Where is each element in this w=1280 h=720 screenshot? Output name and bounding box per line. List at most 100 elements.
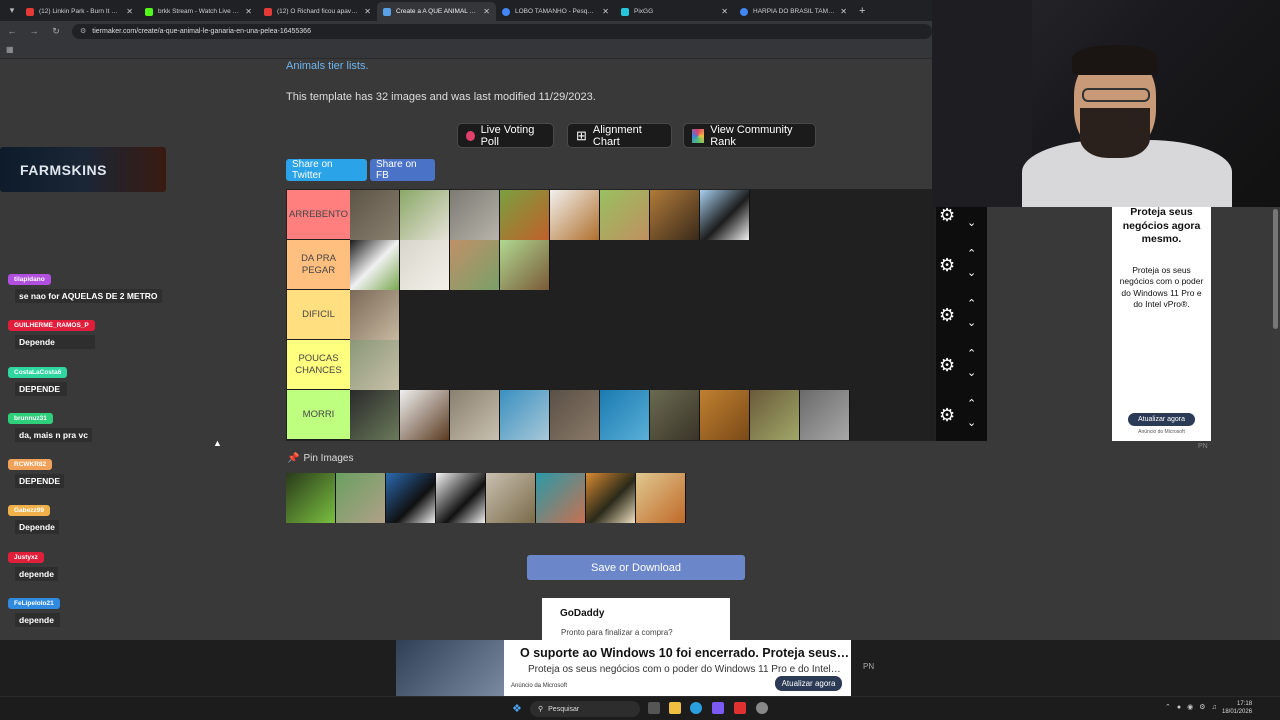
microsoft-bottom-ad[interactable]: O suporte ao Windows 10 foi encerrado. P… xyxy=(396,640,851,696)
scroll-thumb[interactable] xyxy=(1273,209,1278,329)
share-twitter-button[interactable]: Share on Twitter xyxy=(286,159,367,181)
chrome-icon[interactable] xyxy=(690,702,702,714)
windows-start-icon[interactable]: ❖ xyxy=(512,702,522,715)
chevron-down-icon[interactable]: ⌄ xyxy=(967,366,976,379)
tier-items[interactable] xyxy=(350,240,935,290)
tab-close-icon[interactable]: ✕ xyxy=(245,7,252,16)
kangaroo-image[interactable] xyxy=(450,240,500,290)
taskbar-search[interactable]: ⚲ Pesquisar xyxy=(530,701,640,717)
chevron-up-icon[interactable]: ⌃ xyxy=(967,347,976,360)
wolf-image[interactable] xyxy=(450,390,500,440)
tab-close-icon[interactable]: ✕ xyxy=(364,7,371,16)
side-ad-cta-button[interactable]: Atualizar agora xyxy=(1128,413,1195,426)
animals-tier-lists-link[interactable]: Animals tier lists. xyxy=(286,60,369,72)
task-view-icon[interactable] xyxy=(648,702,660,714)
tab-close-icon[interactable]: ✕ xyxy=(602,7,609,16)
capybara-image[interactable] xyxy=(500,240,550,290)
taskbar-clock[interactable]: 17:18 18/01/2026 xyxy=(1222,700,1252,717)
chevron-up-icon[interactable]: ⌃ xyxy=(967,397,976,410)
tab-close-icon[interactable]: ✕ xyxy=(483,7,490,16)
orca-image[interactable] xyxy=(386,473,436,523)
alignment-chart-button[interactable]: ⊞ Alignment Chart xyxy=(567,123,672,148)
browser-tab-active[interactable]: Create a A QUE ANIMAL LE GA ✕ xyxy=(377,2,496,21)
view-community-rank-button[interactable]: View Community Rank xyxy=(683,123,816,148)
new-tab-icon[interactable]: + xyxy=(859,5,865,17)
browser-tab[interactable]: (12) Linkin Park - Burn It Down ✕ xyxy=(20,2,139,21)
forward-icon[interactable]: → xyxy=(28,26,40,36)
panda-image[interactable] xyxy=(436,473,486,523)
shark-image[interactable] xyxy=(600,390,650,440)
browser-tab[interactable]: brkk Stream - Watch Live on Ki ✕ xyxy=(139,2,258,21)
share-fb-button[interactable]: Share on FB xyxy=(370,159,435,181)
tier-label[interactable]: DA PRA PEGAR xyxy=(287,240,350,289)
fox-image[interactable] xyxy=(636,473,686,523)
penguin-image[interactable] xyxy=(700,190,750,240)
wild-boar-image[interactable] xyxy=(650,390,700,440)
live-voting-poll-button[interactable]: Live Voting Poll xyxy=(457,123,554,148)
chevron-down-icon[interactable]: ⌄ xyxy=(967,266,976,279)
tier-items[interactable] xyxy=(350,290,935,340)
tier-label[interactable]: ARREBENTO xyxy=(287,190,350,239)
gorilla-image[interactable] xyxy=(350,390,400,440)
tiger-image[interactable] xyxy=(586,473,636,523)
chevron-down-icon[interactable]: ⌄ xyxy=(967,216,976,229)
godaddy-ad[interactable]: GoDaddy Pronto para finalizar a compra? xyxy=(542,598,730,640)
tier-label[interactable]: MORRI xyxy=(287,390,350,439)
gear-icon[interactable]: ⚙ xyxy=(939,355,955,376)
gear-icon[interactable]: ⚙ xyxy=(939,405,955,426)
site-info-icon[interactable]: ⚙ xyxy=(80,27,86,35)
lion-image[interactable] xyxy=(700,390,750,440)
browser-tab[interactable]: PixGG ✕ xyxy=(615,2,734,21)
donkey-image[interactable] xyxy=(350,290,400,340)
file-explorer-icon[interactable] xyxy=(669,702,681,714)
system-tray-icons[interactable]: ⌃●◉⚙♫ xyxy=(1165,703,1223,711)
otter-image[interactable] xyxy=(336,473,386,523)
back-icon[interactable]: ← xyxy=(6,26,18,36)
moose-image[interactable] xyxy=(750,390,800,440)
chevron-up-icon[interactable]: ⌃ xyxy=(967,247,976,260)
apps-grid-icon[interactable]: ▦ xyxy=(6,45,14,54)
gear-icon[interactable]: ⚙ xyxy=(939,305,955,326)
chevron-down-icon[interactable]: ⌄ xyxy=(967,316,976,329)
browser-tab[interactable]: (12) O Richard ficou apavorado ✕ xyxy=(258,2,377,21)
tier-items[interactable] xyxy=(350,190,935,240)
tab-close-icon[interactable]: ✕ xyxy=(721,7,728,16)
eagle-image[interactable] xyxy=(400,390,450,440)
guinea-pig-image[interactable] xyxy=(550,190,600,240)
tab-close-icon[interactable]: ✕ xyxy=(840,7,847,16)
squirrel-image[interactable] xyxy=(600,190,650,240)
save-or-download-button[interactable]: Save or Download xyxy=(527,555,745,580)
tier-items[interactable] xyxy=(350,390,935,440)
octopus-image[interactable] xyxy=(536,473,586,523)
gear-icon[interactable]: ⚙ xyxy=(939,205,955,226)
sheep-image[interactable] xyxy=(400,240,450,290)
app-icon[interactable] xyxy=(734,702,746,714)
hippo-image[interactable] xyxy=(550,390,600,440)
chevron-down-icon[interactable]: ⌄ xyxy=(967,416,976,429)
reload-icon[interactable]: ↻ xyxy=(50,26,62,37)
rat-image[interactable] xyxy=(350,190,400,240)
goat-image[interactable] xyxy=(400,190,450,240)
discord-icon[interactable] xyxy=(712,702,724,714)
url-field[interactable]: ⚙ tiermaker.com/create/a-que-animal-le-g… xyxy=(72,23,932,39)
tab-close-icon[interactable]: ✕ xyxy=(126,7,133,16)
cow-image[interactable] xyxy=(350,240,400,290)
obs-icon[interactable] xyxy=(756,702,768,714)
tier-items[interactable] xyxy=(350,340,935,390)
dolphin-image[interactable] xyxy=(500,390,550,440)
crocodile-image[interactable] xyxy=(350,340,400,390)
browser-tab[interactable]: LOBO TAMANHO - Pesquisa Go ✕ xyxy=(496,2,615,21)
piranha-image[interactable] xyxy=(486,473,536,523)
gear-icon[interactable]: ⚙ xyxy=(939,255,955,276)
tier-label[interactable]: POUCAS CHANCES xyxy=(287,340,350,389)
snake-image[interactable] xyxy=(286,473,336,523)
microsoft-side-ad[interactable]: Proteja seus negócios agora mesmo. Prote… xyxy=(1112,206,1211,441)
tab-list-chevron-icon[interactable]: ▾ xyxy=(4,3,20,19)
chevron-up-icon[interactable]: ⌃ xyxy=(967,297,976,310)
koala-image[interactable] xyxy=(450,190,500,240)
scorpion-image[interactable] xyxy=(650,190,700,240)
chicken-image[interactable] xyxy=(500,190,550,240)
tier-label[interactable]: DIFICIL xyxy=(287,290,350,339)
bottom-ad-cta-button[interactable]: Atualizar agora xyxy=(775,676,842,691)
rhino-image[interactable] xyxy=(800,390,850,440)
